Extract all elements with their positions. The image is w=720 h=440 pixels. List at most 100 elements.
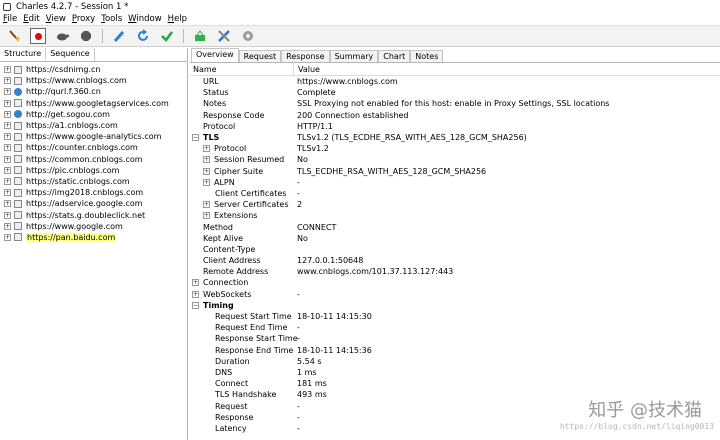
basket-icon[interactable]: [192, 28, 208, 44]
property-row[interactable]: Response Start Time -: [190, 333, 720, 344]
property-row[interactable]: Protocol HTTP/1.1: [190, 121, 720, 132]
value-column-header[interactable]: Value: [294, 65, 320, 74]
host-row[interactable]: + https://www.googletagservices.com: [0, 98, 187, 109]
tab-summary[interactable]: Summary: [329, 50, 379, 62]
menu-item[interactable]: Proxy: [72, 14, 95, 24]
property-row[interactable]: − Timing: [190, 300, 720, 311]
host-row[interactable]: + https://stats.g.doubleclick.net: [0, 209, 187, 220]
tab-notes[interactable]: Notes: [410, 50, 444, 62]
host-row[interactable]: + https://www.google.com: [0, 221, 187, 232]
expand-icon[interactable]: +: [4, 166, 11, 174]
expand-icon[interactable]: +: [203, 145, 210, 153]
host-row[interactable]: + http://qurl.f.360.cn: [0, 86, 187, 97]
expand-icon[interactable]: +: [4, 189, 11, 197]
host-row[interactable]: + https://pic.cnblogs.com: [0, 165, 187, 176]
property-row[interactable]: + Cipher Suite TLS_ECDHE_RSA_WITH_AES_128_…: [190, 166, 720, 177]
record-icon[interactable]: [30, 28, 46, 44]
name-column-header[interactable]: Name: [190, 63, 294, 75]
settings-gear-icon[interactable]: [240, 28, 256, 44]
host-row[interactable]: + https://adservice.google.com: [0, 198, 187, 209]
property-row[interactable]: + WebSockets -: [190, 289, 720, 300]
property-row[interactable]: Notes SSL Proxying not enabled for this h…: [190, 98, 720, 109]
host-row[interactable]: + http://get.sogou.com: [0, 109, 187, 120]
property-name-cell: + ALPN: [190, 178, 296, 187]
expand-icon[interactable]: +: [4, 222, 11, 230]
checkmark-icon[interactable]: [159, 28, 175, 44]
menu-item[interactable]: Edit: [23, 14, 39, 24]
host-row[interactable]: + https://www.google-analytics.com: [0, 131, 187, 142]
menu-item[interactable]: Tools: [101, 14, 122, 24]
expand-icon[interactable]: +: [4, 133, 11, 141]
host-row[interactable]: + https://img2018.cnblogs.com: [0, 187, 187, 198]
menu-item[interactable]: View: [46, 14, 66, 24]
expand-icon[interactable]: +: [4, 144, 11, 152]
property-row[interactable]: Remote Address www.cnblogs.com/101.37.113…: [190, 266, 720, 277]
property-row[interactable]: − TLS TLSv1.2 (TLS_ECDHE_RSA_WITH_AES_128_…: [190, 132, 720, 143]
expand-icon[interactable]: +: [4, 233, 11, 241]
expand-icon[interactable]: +: [192, 279, 199, 287]
expand-icon[interactable]: +: [4, 110, 11, 118]
property-row[interactable]: Connect 181 ms: [190, 378, 720, 389]
property-row[interactable]: URL https://www.cnblogs.com: [190, 76, 720, 87]
turtle-icon[interactable]: [54, 28, 70, 44]
broom-icon[interactable]: [6, 28, 22, 44]
property-row[interactable]: Method CONNECT: [190, 221, 720, 232]
property-row[interactable]: Duration 5.54 s: [190, 356, 720, 367]
property-row[interactable]: Client Certificates -: [190, 188, 720, 199]
expand-icon[interactable]: +: [4, 211, 11, 219]
expand-icon[interactable]: +: [4, 88, 11, 96]
property-row[interactable]: Kept Alive No: [190, 233, 720, 244]
property-row[interactable]: + Connection: [190, 277, 720, 288]
tab-structure[interactable]: Structure: [0, 48, 47, 61]
menu-item[interactable]: File: [3, 14, 17, 24]
pencil-icon[interactable]: [111, 28, 127, 44]
tab-chart[interactable]: Chart: [378, 50, 411, 62]
host-row[interactable]: + https://a1.cnblogs.com: [0, 120, 187, 131]
expand-icon[interactable]: +: [203, 212, 210, 220]
property-row[interactable]: Request End Time -: [190, 322, 720, 333]
property-row[interactable]: + Server Certificates 2: [190, 199, 720, 210]
expand-icon[interactable]: +: [203, 167, 210, 175]
expand-icon[interactable]: +: [4, 77, 11, 85]
tab-overview[interactable]: Overview: [191, 48, 239, 62]
expand-icon[interactable]: +: [4, 122, 11, 130]
tab-response[interactable]: Response: [281, 50, 330, 62]
property-row[interactable]: Client Address 127.0.0.1:50648: [190, 255, 720, 266]
collapse-icon[interactable]: −: [192, 134, 199, 142]
host-row[interactable]: + https://counter.cnblogs.com: [0, 142, 187, 153]
property-row[interactable]: Content-Type: [190, 244, 720, 255]
expand-icon[interactable]: +: [203, 178, 210, 186]
property-row[interactable]: DNS 1 ms: [190, 367, 720, 378]
tab-sequence[interactable]: Sequence: [46, 48, 95, 61]
expand-icon[interactable]: +: [4, 155, 11, 163]
host-row[interactable]: + https://static.cnblogs.com: [0, 176, 187, 187]
property-row[interactable]: + ALPN -: [190, 177, 720, 188]
property-value: 1 ms: [297, 367, 317, 377]
collapse-icon[interactable]: −: [192, 301, 199, 309]
host-row[interactable]: + https://www.cnblogs.com: [0, 75, 187, 86]
property-row[interactable]: Status Complete: [190, 87, 720, 98]
tab-request[interactable]: Request: [238, 50, 282, 62]
property-row[interactable]: Response Code 200 Connection established: [190, 110, 720, 121]
tools-icon[interactable]: [216, 28, 232, 44]
property-row[interactable]: + Session Resumed No: [190, 154, 720, 165]
property-row[interactable]: + Extensions: [190, 210, 720, 221]
host-row[interactable]: + https://pan.baidu.com: [0, 232, 187, 243]
expand-icon[interactable]: +: [4, 177, 11, 185]
property-row[interactable]: + Protocol TLSv1.2: [190, 143, 720, 154]
expand-icon[interactable]: +: [192, 290, 199, 298]
refresh-icon[interactable]: [135, 28, 151, 44]
expand-icon[interactable]: +: [203, 156, 210, 164]
stop-hexagon-icon[interactable]: [78, 28, 94, 44]
host-row[interactable]: + https://common.cnblogs.com: [0, 154, 187, 165]
host-row[interactable]: + https://csdnimg.cn: [0, 64, 187, 75]
detail-panel: Overview Request Response Summary Chart Notes…: [190, 48, 720, 440]
expand-icon[interactable]: +: [4, 99, 11, 107]
menu-item[interactable]: Window: [128, 14, 162, 24]
property-row[interactable]: Response End Time 18-10-11 14:15:36: [190, 345, 720, 356]
expand-icon[interactable]: +: [4, 66, 11, 74]
expand-icon[interactable]: +: [4, 200, 11, 208]
property-row[interactable]: Request Start Time 18-10-11 14:15:30: [190, 311, 720, 322]
expand-icon[interactable]: +: [203, 201, 210, 209]
menu-item[interactable]: Help: [168, 14, 187, 24]
